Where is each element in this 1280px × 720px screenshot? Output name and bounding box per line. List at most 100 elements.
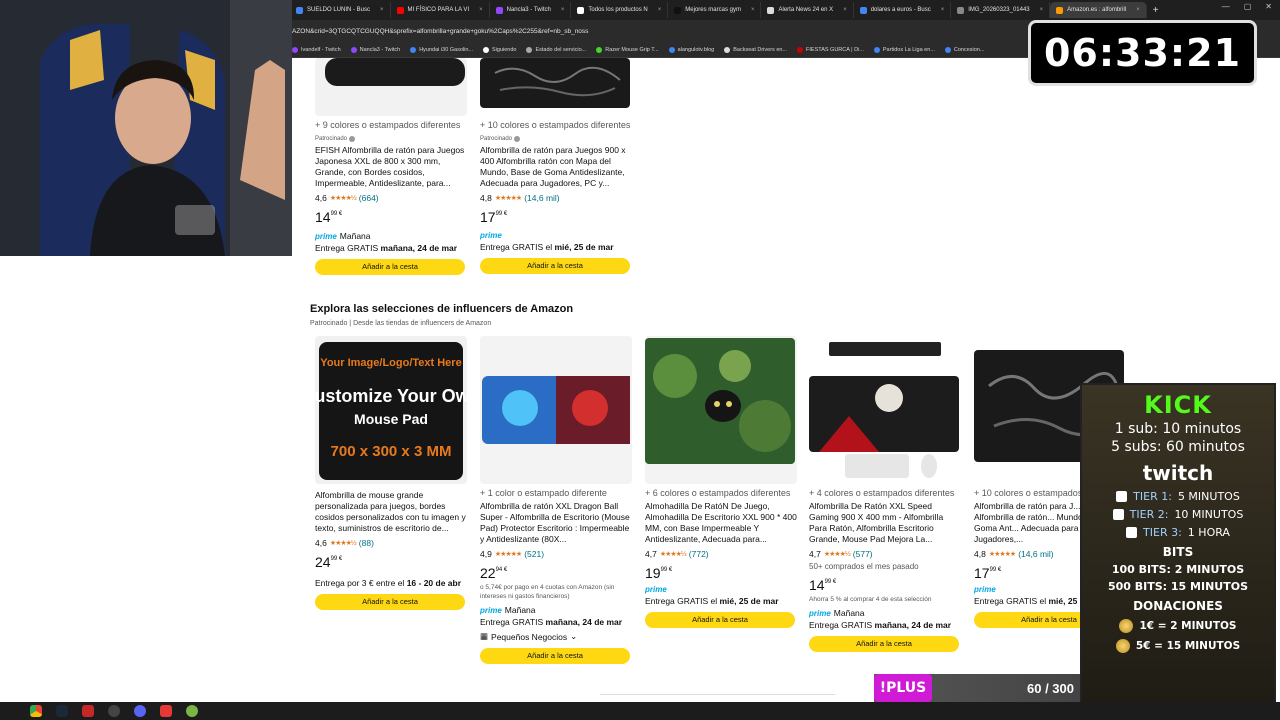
review-count[interactable]: (521) <box>524 549 544 559</box>
bookmark[interactable]: Backseat Drivers en... <box>724 46 787 53</box>
donation-value: 5€ = 15 MINUTOS <box>1135 640 1241 652</box>
product-title[interactable]: EFISH Alfombrilla de ratón para Juegos J… <box>315 145 467 189</box>
review-count[interactable]: (14,6 mil) <box>524 193 559 203</box>
bookmark[interactable]: Concesion... <box>944 46 984 53</box>
star-icon: ★★★★½ <box>659 551 687 558</box>
color-variants-link[interactable]: + 10 colores o estampados diferentes <box>480 120 632 130</box>
info-icon[interactable] <box>349 136 356 142</box>
bookmark[interactable]: FIESTAS GURCA | Di... <box>797 46 864 53</box>
star-icon: ★★★★½ <box>329 540 357 547</box>
product-card[interactable]: + 10 colores o estampados diferentes Pat… <box>480 58 632 274</box>
rating[interactable]: 4,6 ★★★★½ (664) <box>315 193 467 203</box>
color-variants-link[interactable]: + 6 colores o estampados diferentes <box>645 488 797 498</box>
add-to-cart-button[interactable]: Añadir a la cesta <box>315 594 465 610</box>
review-count[interactable]: (14,6 mil) <box>1018 549 1053 559</box>
product-image[interactable] <box>480 58 632 116</box>
chevron-down-icon: ⌄ <box>570 631 578 641</box>
maximize-icon[interactable]: ▢ <box>1244 2 1252 11</box>
close-icon[interactable]: × <box>380 7 384 13</box>
bookmark[interactable]: Razer Mouse Grip T... <box>596 46 659 53</box>
rating[interactable]: 4,7 ★★★★½ (577) <box>809 549 961 559</box>
info-icon[interactable] <box>514 136 521 142</box>
app-icon[interactable] <box>186 705 198 717</box>
tab-4[interactable]: Mejores marcas gym × <box>668 2 762 18</box>
close-icon[interactable]: × <box>1040 7 1044 13</box>
url-text[interactable]: AZÕÑ&crid=3QTGCQTCGUQQH&sprefix=alfombri… <box>292 28 992 35</box>
product-title[interactable]: Alfombrilla de ratón XXL Dragon Ball Sup… <box>480 501 632 545</box>
color-variants-link[interactable]: + 4 colores o estampados diferentes <box>809 488 961 498</box>
close-icon[interactable]: × <box>658 7 662 13</box>
product-title[interactable]: Alfombrilla de mouse grande personalizad… <box>315 490 467 534</box>
rating[interactable]: 4,8 ★★★★★ (14,6 mil) <box>480 193 632 203</box>
review-count[interactable]: (664) <box>359 193 379 203</box>
steam-icon[interactable] <box>56 705 68 717</box>
review-count[interactable]: (772) <box>689 549 709 559</box>
close-window-icon[interactable]: ✕ <box>1265 2 1272 11</box>
tab-6[interactable]: dolares a euros - Busc × <box>854 2 952 18</box>
product-card[interactable]: + 9 colores o estampados diferentes Patr… <box>315 58 467 275</box>
bookmark[interactable]: Siguiendo <box>483 46 516 53</box>
bits-heading: BITS <box>1162 545 1194 559</box>
color-variants-link[interactable]: + 1 color o estampado diferente <box>480 488 632 498</box>
product-image[interactable] <box>645 336 797 484</box>
bookmark[interactable]: Ivandelf - Twitch <box>292 46 341 53</box>
app-icon[interactable] <box>160 705 172 717</box>
review-count[interactable]: (577) <box>853 549 873 559</box>
rating[interactable]: 4,9 ★★★★★ (521) <box>480 549 632 559</box>
minimize-icon[interactable]: — <box>1222 2 1230 11</box>
tab-5[interactable]: Alerta News 24 en X × <box>761 2 854 18</box>
donations-heading: DONACIONES <box>1133 599 1223 613</box>
tab-0[interactable]: SUELDO LUNIN - Busc × <box>290 2 391 18</box>
product-title[interactable]: Alfombrilla de ratón para Juegos 900 x 4… <box>480 145 632 189</box>
close-icon[interactable]: × <box>1136 7 1140 13</box>
delivery-date: mañana, 24 de mar <box>380 243 458 253</box>
product-card[interactable]: + 4 colores o estampados diferentes Alfo… <box>809 336 961 652</box>
chrome-icon[interactable] <box>30 705 42 717</box>
product-image[interactable] <box>315 58 467 116</box>
kick-rule: 1 sub: 10 minutos <box>1114 421 1242 437</box>
close-icon[interactable]: × <box>751 7 755 13</box>
color-variants-link[interactable]: + 9 colores o estampados diferentes <box>315 120 467 130</box>
product-title[interactable]: Almohadilla De RatóN De Juego, Almohadil… <box>645 501 797 545</box>
product-title[interactable]: Alfombrilla De Ratón XXL Speed Gaming 90… <box>809 501 961 545</box>
app-icon[interactable] <box>108 705 120 717</box>
tab-8-active[interactable]: Amazon.es : alfombrill × <box>1050 2 1147 18</box>
tab-favicon <box>296 6 303 14</box>
bookmark[interactable]: alangulotv.blog <box>668 46 714 53</box>
app-icon[interactable] <box>82 705 94 717</box>
close-icon[interactable]: × <box>941 7 945 13</box>
delivery-prefix: Entrega GRATIS <box>809 620 873 630</box>
product-card[interactable]: + 1 color o estampado diferente Alfombri… <box>480 336 632 664</box>
bookmark[interactable]: Nancla3 - Twitch <box>350 46 400 53</box>
tier-name: TIER 1: <box>1133 490 1172 503</box>
tab-label: SUELDO LUNIN - Busc <box>307 7 371 13</box>
add-to-cart-button[interactable]: Añadir a la cesta <box>645 612 795 628</box>
tab-3[interactable]: Todos los productos N × <box>571 2 669 18</box>
price: 17 99 € <box>480 209 632 225</box>
review-count[interactable]: (88) <box>359 538 374 548</box>
add-to-cart-button[interactable]: Añadir a la cesta <box>480 648 630 664</box>
close-icon[interactable]: × <box>843 7 847 13</box>
small-business-badge[interactable]: ▦ Pequeños Negocios ⌄ <box>480 631 632 642</box>
bookmark[interactable]: Partidos La Liga en... <box>873 46 935 53</box>
tab-7[interactable]: IMG_20260323_01443 × <box>951 2 1051 18</box>
tab-1[interactable]: MI FÍSICO PARA LA VI × <box>391 2 490 18</box>
bookmark[interactable]: Estado del servicio... <box>526 46 586 53</box>
close-icon[interactable]: × <box>479 7 483 13</box>
add-to-cart-button[interactable]: Añadir a la cesta <box>315 259 465 275</box>
product-image[interactable] <box>809 336 961 484</box>
add-to-cart-button[interactable]: Añadir a la cesta <box>809 636 959 652</box>
product-card[interactable]: + 6 colores o estampados diferentes Almo… <box>645 336 797 628</box>
tab-2[interactable]: Nancla3 - Twitch × <box>490 2 572 18</box>
rating[interactable]: 4,7 ★★★★½ (772) <box>645 549 797 559</box>
product-image[interactable] <box>480 336 632 484</box>
cat-jungle-mousepad-image <box>645 338 795 464</box>
new-tab-button[interactable]: + <box>1153 5 1159 16</box>
product-image[interactable]: Your Image/Logo/Text Here Customize Your… <box>315 336 467 484</box>
close-icon[interactable]: × <box>561 7 565 13</box>
rating[interactable]: 4,6 ★★★★½ (88) <box>315 538 467 548</box>
bookmark[interactable]: Hyundai i30 Gasolin... <box>410 46 473 53</box>
discord-icon[interactable] <box>134 705 146 717</box>
add-to-cart-button[interactable]: Añadir a la cesta <box>480 258 630 274</box>
product-card[interactable]: Your Image/Logo/Text Here Customize Your… <box>315 336 467 610</box>
